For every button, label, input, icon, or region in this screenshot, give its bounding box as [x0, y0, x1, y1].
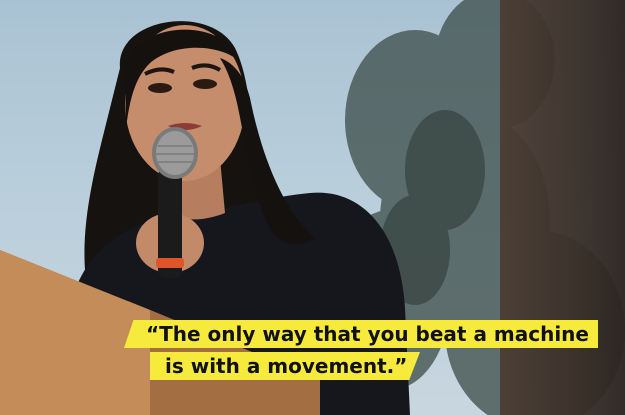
- tree-trunk: [500, 0, 625, 415]
- photo-scene: “The only way that you beat a machine is…: [0, 0, 625, 415]
- wooden-podium: [0, 250, 320, 415]
